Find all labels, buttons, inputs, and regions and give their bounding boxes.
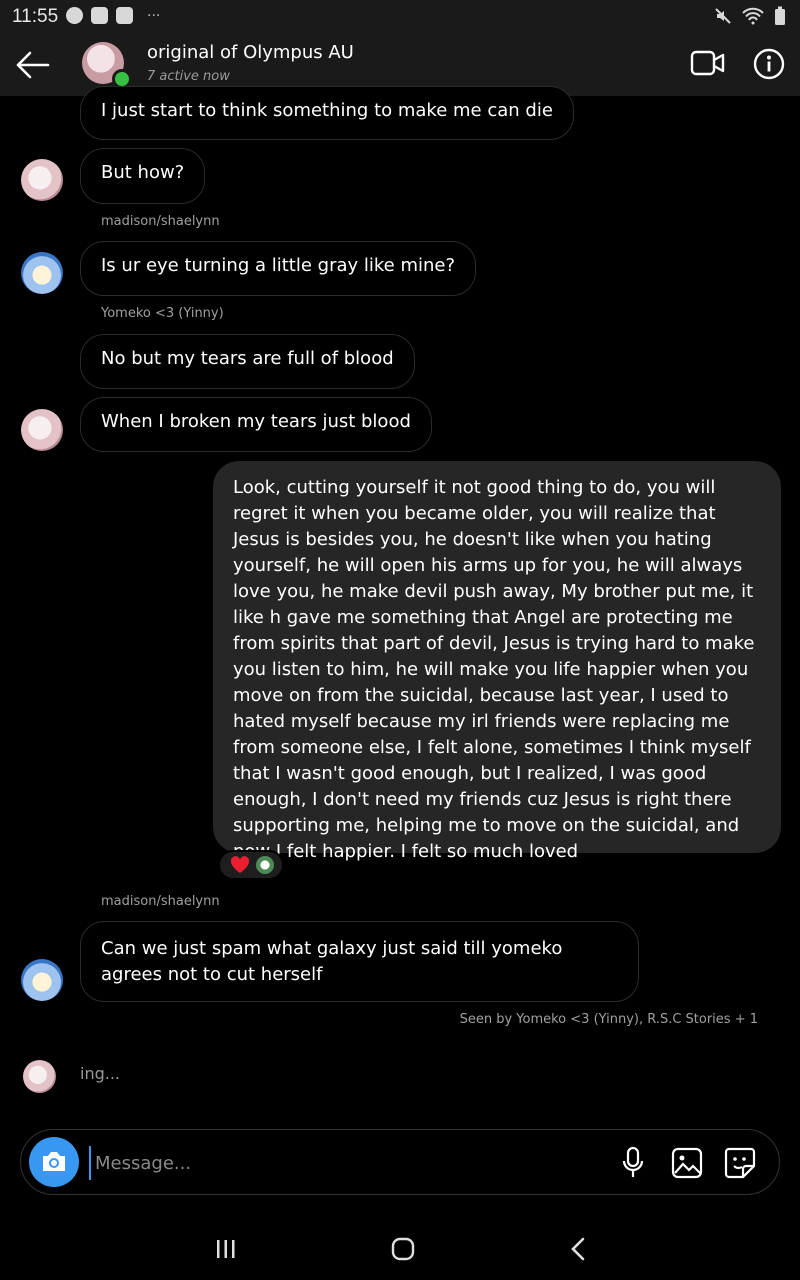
reactor-avatar [256,856,274,874]
info-icon[interactable] [752,47,786,81]
battery-icon [775,6,785,25]
message-text: Is ur eye turning a little gray like min… [101,255,456,276]
message-text: Can we just spam what galaxy just said t… [101,938,563,985]
sender-name: madison/shaelynn [101,894,220,909]
active-status: 7 active now [147,69,230,84]
recent-apps-icon[interactable] [214,1238,238,1260]
message-text: But how? [101,162,185,183]
sender-name: Yomeko <3 (Yinny) [101,306,224,321]
message-bubble[interactable]: But how? [80,148,206,204]
camera-button[interactable] [29,1137,79,1187]
message-text: Look, cutting yourself it not good thing… [233,477,755,862]
status-time: 11:55 [12,6,59,27]
system-navigation-bar [0,1210,800,1280]
message-text: When I broken my tears just blood [101,411,411,432]
chat-title[interactable]: original of Olympus AU [147,42,354,63]
wifi-icon [742,7,764,25]
gallery-icon [91,7,108,24]
message-bubble[interactable]: Is ur eye turning a little gray like min… [80,241,477,296]
message-input[interactable] [89,1146,597,1180]
outgoing-message-bubble[interactable]: Look, cutting yourself it not good thing… [213,461,781,862]
sender-avatar[interactable] [21,959,63,1001]
message-text: No but my tears are full of blood [101,348,394,369]
notification-icons: ··· [66,7,160,24]
home-icon[interactable] [390,1236,416,1262]
facebook-icon [66,7,83,24]
seen-receipt: Seen by Yomeko <3 (Yinny), R.S.C Stories… [459,1012,758,1027]
mute-icon [715,8,731,24]
sender-avatar[interactable] [21,409,63,451]
status-bar: 11:55 ··· [0,0,800,34]
heart-icon [230,856,250,873]
sender-avatar[interactable] [21,159,63,201]
sender-avatar[interactable] [21,252,63,294]
nav-back-icon[interactable] [568,1236,588,1262]
message-reactions[interactable] [218,850,284,880]
message-bubble[interactable]: I just start to think something to make … [80,86,574,140]
youtube-icon [116,7,133,24]
system-icons [714,6,786,26]
typing-avatar [23,1060,56,1093]
typing-indicator: ing... [80,1064,120,1083]
gallery-icon[interactable] [671,1147,703,1179]
message-composer [20,1129,780,1195]
message-text: I just start to think something to make … [101,100,553,121]
message-bubble[interactable]: When I broken my tears just blood [80,397,432,452]
camera-icon [43,1152,65,1171]
message-bubble[interactable]: No but my tears are full of blood [80,334,415,389]
microphone-icon[interactable] [619,1146,647,1180]
sender-name: madison/shaelynn [101,214,220,229]
back-arrow-icon[interactable] [14,47,52,83]
message-bubble[interactable]: Can we just spam what galaxy just said t… [80,921,639,1002]
video-call-icon[interactable] [690,48,726,78]
more-notifications-icon: ··· [147,7,161,24]
sticker-icon[interactable] [723,1146,757,1180]
